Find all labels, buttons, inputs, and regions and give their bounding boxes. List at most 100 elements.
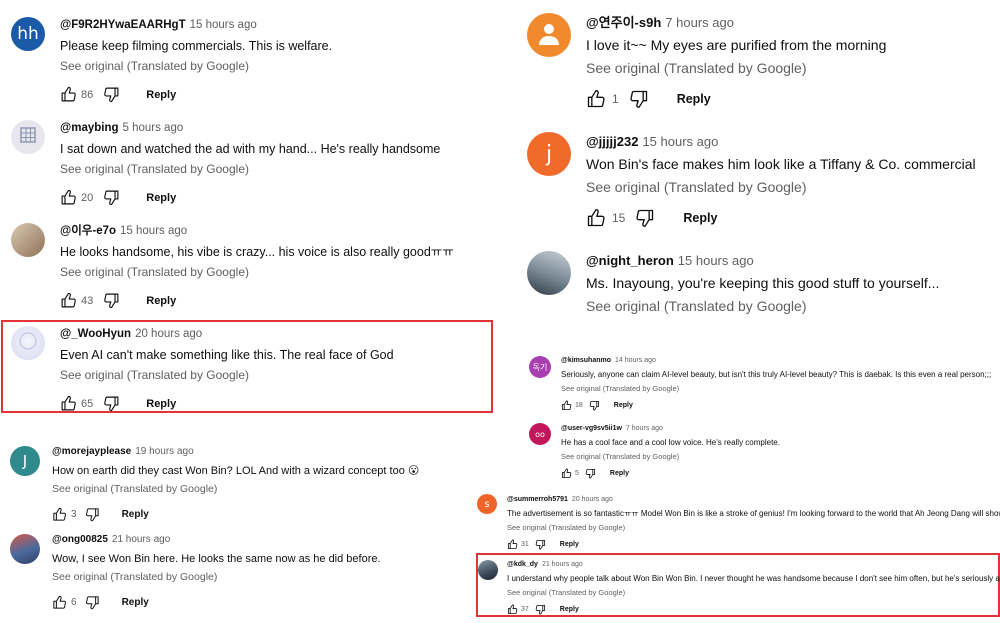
- comment-time[interactable]: 7 hours ago: [626, 425, 663, 432]
- comment-author[interactable]: @_WooHyun: [60, 328, 131, 340]
- like-count: 5: [575, 470, 579, 477]
- dislike-icon[interactable]: [103, 292, 120, 309]
- see-original-link[interactable]: See original (Translated by Google): [586, 178, 976, 196]
- comment-time[interactable]: 19 hours ago: [135, 446, 193, 457]
- dislike-icon[interactable]: [103, 189, 120, 206]
- avatar[interactable]: s: [477, 494, 497, 514]
- see-original-link[interactable]: See original (Translated by Google): [60, 265, 454, 280]
- see-original-link[interactable]: See original (Translated by Google): [507, 523, 1000, 532]
- comment-time[interactable]: 15 hours ago: [120, 225, 187, 237]
- avatar[interactable]: J: [10, 446, 40, 476]
- avatar[interactable]: [527, 251, 571, 295]
- like-icon[interactable]: [586, 89, 606, 109]
- see-original-link[interactable]: See original (Translated by Google): [52, 571, 381, 584]
- comment-time[interactable]: 15 hours ago: [678, 253, 754, 268]
- reply-button[interactable]: Reply: [560, 541, 579, 548]
- like-icon[interactable]: [507, 604, 518, 615]
- dislike-icon[interactable]: [629, 89, 649, 109]
- see-original-link[interactable]: See original (Translated by Google): [586, 297, 939, 315]
- dislike-icon[interactable]: [103, 86, 120, 103]
- see-original-link[interactable]: See original (Translated by Google): [52, 483, 419, 496]
- like-count: 3: [71, 509, 77, 520]
- comment-author[interactable]: @ong00825: [52, 534, 108, 545]
- reply-button[interactable]: Reply: [146, 295, 176, 307]
- person-icon: [536, 20, 562, 50]
- avatar[interactable]: [11, 120, 45, 154]
- dislike-icon[interactable]: [585, 468, 596, 479]
- see-original-link[interactable]: See original (Translated by Google): [586, 59, 886, 77]
- comment-author[interactable]: @이우-e7o: [60, 225, 116, 237]
- reply-button[interactable]: Reply: [677, 92, 711, 106]
- comment-time[interactable]: 5 hours ago: [123, 122, 184, 134]
- comment-author[interactable]: @kimsuhanmo: [561, 357, 611, 364]
- like-icon[interactable]: [52, 595, 67, 610]
- comment-author[interactable]: @summerroh5791: [507, 496, 568, 503]
- comment-author[interactable]: @F9R2HYwaEAARHgT: [60, 19, 186, 31]
- comment-author[interactable]: @night_heron: [586, 253, 674, 268]
- like-count: 1: [612, 92, 619, 106]
- comment-author[interactable]: @user-vg9sv5ii1w: [561, 425, 622, 432]
- like-icon[interactable]: [60, 395, 77, 412]
- reply-button[interactable]: Reply: [560, 606, 579, 613]
- avatar[interactable]: j: [527, 132, 571, 176]
- comment-author[interactable]: @jjjjj232: [586, 134, 638, 149]
- see-original-link[interactable]: See original (Translated by Google): [60, 368, 394, 383]
- avatar[interactable]: 독기: [529, 356, 551, 378]
- avatar[interactable]: [527, 13, 571, 57]
- comment-author[interactable]: @maybing: [60, 122, 119, 134]
- like-count: 37: [521, 606, 529, 613]
- comment-author[interactable]: @morejayplease: [52, 446, 131, 457]
- comment-time[interactable]: 7 hours ago: [665, 15, 734, 30]
- comment-text: Seriously, anyone can claim AI-level bea…: [561, 370, 992, 379]
- see-original-link[interactable]: See original (Translated by Google): [507, 588, 1000, 597]
- like-icon[interactable]: [52, 507, 67, 522]
- comment-time[interactable]: 20 hours ago: [572, 496, 613, 503]
- like-icon[interactable]: [561, 400, 572, 411]
- see-original-link[interactable]: See original (Translated by Google): [60, 59, 332, 74]
- comment-text: He has a cool face and a cool low voice.…: [561, 438, 780, 447]
- comment-time[interactable]: 21 hours ago: [112, 534, 170, 545]
- like-icon[interactable]: [60, 292, 77, 309]
- reply-button[interactable]: Reply: [146, 89, 176, 101]
- reply-button[interactable]: Reply: [146, 192, 176, 204]
- reply-button[interactable]: Reply: [122, 509, 149, 520]
- dislike-icon[interactable]: [85, 595, 100, 610]
- dislike-icon[interactable]: [103, 395, 120, 412]
- see-original-link[interactable]: See original (Translated by Google): [561, 384, 991, 393]
- dislike-icon[interactable]: [85, 507, 100, 522]
- comment-time[interactable]: 21 hours ago: [542, 561, 583, 568]
- avatar-letter: s: [484, 498, 490, 510]
- comment-time[interactable]: 20 hours ago: [135, 328, 202, 340]
- avatar[interactable]: [11, 223, 45, 257]
- see-original-link[interactable]: See original (Translated by Google): [561, 452, 780, 461]
- reply-button[interactable]: Reply: [683, 211, 717, 225]
- avatar[interactable]: oo: [529, 423, 551, 445]
- like-icon[interactable]: [561, 468, 572, 479]
- avatar[interactable]: [10, 534, 40, 564]
- comment-text: How on earth did they cast Won Bin? LOL …: [52, 465, 420, 477]
- dislike-icon[interactable]: [589, 400, 600, 411]
- avatar[interactable]: hh: [11, 17, 45, 51]
- avatar[interactable]: [11, 326, 45, 360]
- dislike-icon[interactable]: [635, 208, 655, 228]
- reply-button[interactable]: Reply: [610, 470, 629, 477]
- dislike-icon[interactable]: [535, 604, 546, 615]
- like-icon[interactable]: [507, 539, 518, 550]
- avatar[interactable]: [478, 560, 498, 580]
- grid-icon: [20, 127, 36, 147]
- like-count: 31: [521, 541, 529, 548]
- reply-button[interactable]: Reply: [146, 398, 176, 410]
- comment-time[interactable]: 15 hours ago: [190, 19, 257, 31]
- like-count: 6: [71, 597, 77, 608]
- reply-button[interactable]: Reply: [122, 597, 149, 608]
- comment-time[interactable]: 15 hours ago: [642, 134, 718, 149]
- comment-author[interactable]: @연주이-s9h: [586, 15, 661, 30]
- like-icon[interactable]: [60, 189, 77, 206]
- see-original-link[interactable]: See original (Translated by Google): [60, 162, 440, 177]
- comment-author[interactable]: @kdk_dy: [507, 561, 538, 568]
- comment-time[interactable]: 14 hours ago: [615, 357, 656, 364]
- dislike-icon[interactable]: [535, 539, 546, 550]
- like-icon[interactable]: [60, 86, 77, 103]
- like-icon[interactable]: [586, 208, 606, 228]
- reply-button[interactable]: Reply: [614, 402, 633, 409]
